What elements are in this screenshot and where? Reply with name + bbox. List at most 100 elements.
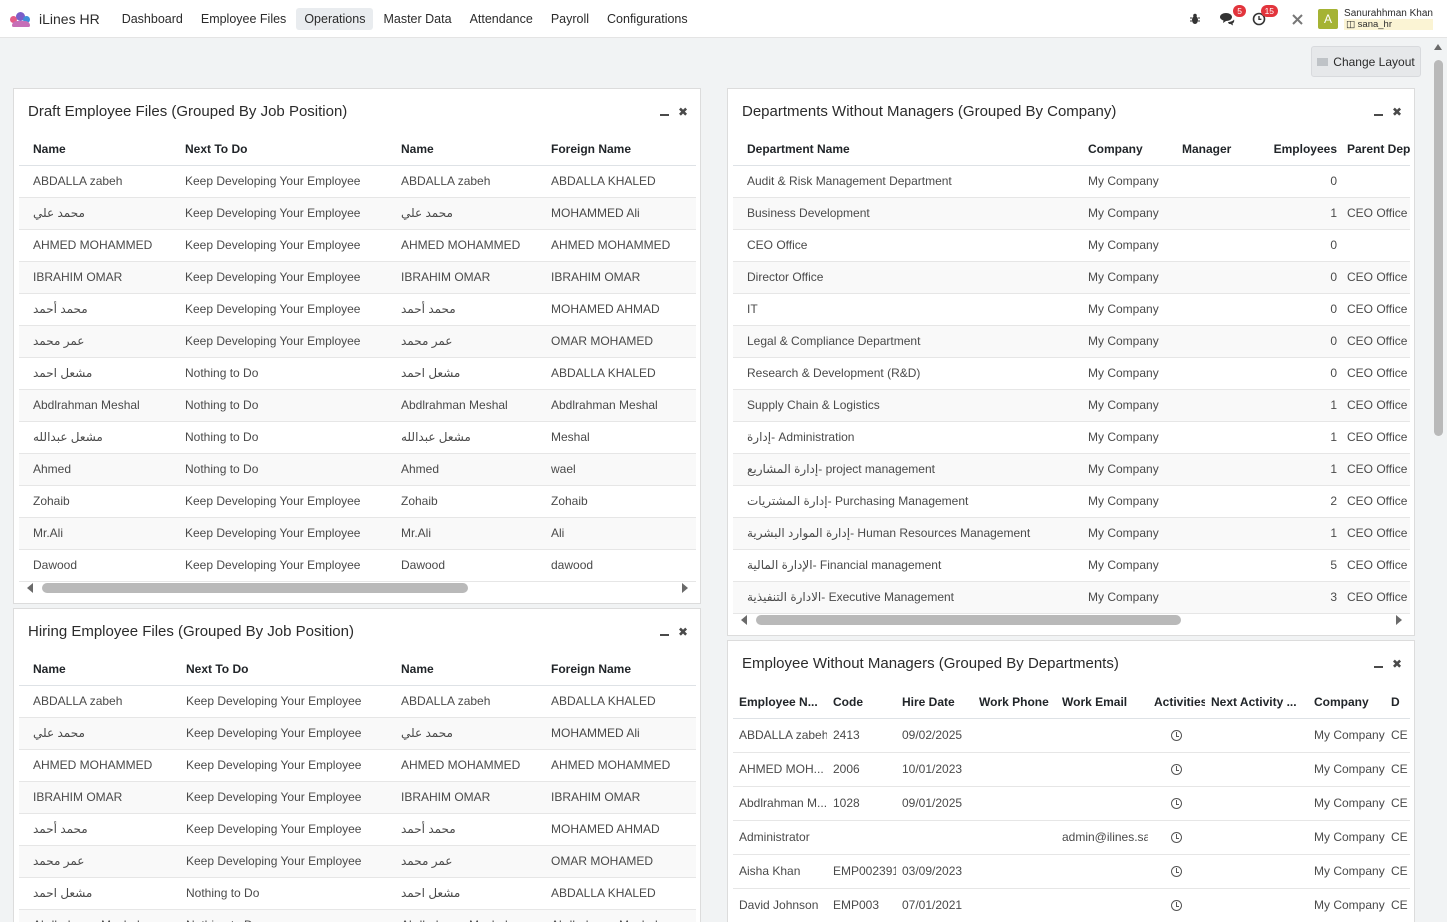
menu-employee-files[interactable]: Employee Files bbox=[193, 8, 294, 30]
table-row[interactable]: محمد أحمد Keep Developing Your Employee مح… bbox=[19, 813, 696, 846]
table-row[interactable]: IBRAHIM OMAR Keep Developing Your Employe… bbox=[19, 261, 696, 294]
table-row[interactable]: IBRAHIM OMAR Keep Developing Your Employe… bbox=[19, 781, 696, 814]
horizontal-scrollbar[interactable] bbox=[733, 612, 1410, 628]
column-header[interactable]: Foreign Name bbox=[537, 133, 696, 166]
column-header[interactable]: Department Name bbox=[733, 133, 1074, 166]
table-row[interactable]: محمد أحمد Keep Developing Your Employee مح… bbox=[19, 293, 696, 326]
column-header[interactable]: Name bbox=[19, 653, 172, 686]
minimize-icon[interactable] bbox=[659, 634, 669, 636]
page-scrollbar[interactable] bbox=[1430, 40, 1447, 922]
column-header[interactable]: Next To Do bbox=[172, 653, 387, 686]
tools-icon[interactable] bbox=[1286, 8, 1308, 30]
clock-icon[interactable] bbox=[1171, 866, 1182, 878]
column-header[interactable]: Hire Date bbox=[896, 686, 973, 719]
menu-master-data[interactable]: Master Data bbox=[375, 8, 459, 30]
bug-icon[interactable] bbox=[1184, 8, 1206, 30]
clock-icon[interactable] bbox=[1171, 900, 1182, 912]
table-row[interactable]: AHMED MOHAMMED Keep Developing Your Emplo… bbox=[19, 749, 696, 782]
clock-icon[interactable] bbox=[1171, 730, 1182, 742]
close-icon[interactable]: ✖ bbox=[678, 626, 688, 638]
clock-icon[interactable] bbox=[1171, 832, 1182, 844]
activities-clock-icon[interactable]: 15 bbox=[1248, 5, 1279, 30]
close-icon[interactable]: ✖ bbox=[1392, 658, 1402, 670]
table-row[interactable]: Research & Development (R&D) My Company 0 C… bbox=[733, 357, 1410, 390]
scroll-thumb[interactable] bbox=[1434, 60, 1443, 436]
table-row[interactable]: عمر محمد Keep Developing Your Employee عمر… bbox=[19, 845, 696, 878]
table-row[interactable]: إدارة الموارد البشرية- Human Resources M… bbox=[733, 517, 1410, 550]
table-row[interactable]: CEO Office My Company 0 bbox=[733, 229, 1410, 262]
table-row[interactable]: إدارة المشتريات- Purchasing Management My… bbox=[733, 485, 1410, 518]
minimize-icon[interactable] bbox=[1373, 114, 1383, 116]
table-row[interactable]: Business Development My Company 1 CEO Offic… bbox=[733, 197, 1410, 230]
table-row[interactable]: مشعل عبدالله Nothing to Do مشعل عبدالله Mes… bbox=[19, 421, 696, 454]
column-header[interactable]: Name bbox=[387, 653, 537, 686]
column-header[interactable]: Activities bbox=[1148, 686, 1205, 719]
table-row[interactable]: IT My Company 0 CEO Office / bbox=[733, 293, 1410, 326]
scroll-thumb[interactable] bbox=[756, 615, 1181, 625]
scroll-left-icon[interactable] bbox=[741, 615, 747, 625]
scroll-left-icon[interactable] bbox=[27, 583, 33, 593]
table-row[interactable]: AHMED MOHAMMED Keep Developing Your Emplo… bbox=[19, 229, 696, 262]
column-header[interactable]: Manager bbox=[1168, 133, 1255, 166]
table-row[interactable]: Supply Chain & Logistics My Company 1 CEO O… bbox=[733, 389, 1410, 422]
table-row[interactable]: David Johnson EMP003 07/01/2021 My Company C… bbox=[733, 888, 1410, 922]
column-header[interactable]: Work Email bbox=[1056, 686, 1148, 719]
table-row[interactable]: Abdlrahman M... 1028 09/01/2025 My Company C… bbox=[733, 786, 1410, 821]
table-row[interactable]: ABDALLA zabeh 2413 09/02/2025 My Company CE bbox=[733, 718, 1410, 753]
table-row[interactable]: Dawood Keep Developing Your Employee Dawoo… bbox=[19, 549, 696, 582]
table-row[interactable]: Zohaib Keep Developing Your Employee Zohai… bbox=[19, 485, 696, 518]
table-row[interactable]: Ahmed Nothing to Do Ahmed wael bbox=[19, 453, 696, 486]
table-row[interactable]: Mr.Ali Keep Developing Your Employee Mr.Al… bbox=[19, 517, 696, 550]
table-row[interactable]: Abdlrahman MeshalNothing to DoAbdlrahman… bbox=[19, 909, 696, 922]
table-row[interactable]: Abdlrahman MeshalNothing to DoAbdlrahman… bbox=[19, 389, 696, 422]
minimize-icon[interactable] bbox=[1373, 666, 1383, 668]
column-header[interactable]: Company bbox=[1308, 686, 1385, 719]
close-icon[interactable]: ✖ bbox=[1392, 106, 1402, 118]
table-row[interactable]: إدارة- Administration My Company 1 CEO Offi… bbox=[733, 421, 1410, 454]
table-row[interactable]: الادارة التنفيذية- Executive Management M… bbox=[733, 581, 1410, 614]
table-row[interactable]: Audit & Risk Management Department My Com… bbox=[733, 165, 1410, 198]
table-row[interactable]: مشعل احمد Nothing to Do مشعل احمد ABDALLA K… bbox=[19, 357, 696, 390]
menu-attendance[interactable]: Attendance bbox=[462, 8, 541, 30]
table-row[interactable]: AHMED MOH... 2006 10/01/2023 My Company CE bbox=[733, 752, 1410, 787]
scroll-right-icon[interactable] bbox=[1396, 615, 1402, 625]
column-header[interactable]: Name bbox=[387, 133, 537, 166]
table-row[interactable]: Director Office My Company 0 CEO Office bbox=[733, 261, 1410, 294]
column-header[interactable]: Name bbox=[19, 133, 171, 166]
scroll-thumb[interactable] bbox=[42, 583, 468, 593]
minimize-icon[interactable] bbox=[659, 114, 669, 116]
user-menu[interactable]: Sanurahhman Khan ◫ sana_hr bbox=[1344, 8, 1433, 30]
column-header[interactable]: Work Phone bbox=[973, 686, 1056, 719]
column-header[interactable]: Next To Do bbox=[171, 133, 387, 166]
menu-dashboard[interactable]: Dashboard bbox=[114, 8, 191, 30]
table-row[interactable]: Legal & Compliance Department My Company 0… bbox=[733, 325, 1410, 358]
table-row[interactable]: مشعل احمد Nothing to Do مشعل احمد ABDALLA K… bbox=[19, 877, 696, 910]
table-row[interactable]: ABDALLA zabeh Keep Developing Your Employ… bbox=[19, 165, 696, 198]
column-header[interactable]: Foreign Name bbox=[537, 653, 696, 686]
change-layout-button[interactable]: Change Layout bbox=[1311, 46, 1421, 77]
table-row[interactable]: محمد علي Keep Developing Your Employee محم… bbox=[19, 717, 696, 750]
column-header[interactable]: Code bbox=[827, 686, 896, 719]
table-row[interactable]: ABDALLA zabeh Keep Developing Your Employ… bbox=[19, 685, 696, 718]
messages-icon[interactable]: 5 bbox=[1216, 5, 1247, 30]
menu-payroll[interactable]: Payroll bbox=[543, 8, 597, 30]
table-row[interactable]: عمر محمد Keep Developing Your Employee عمر… bbox=[19, 325, 696, 358]
table-row[interactable]: الإدارة المالية- Financial management My … bbox=[733, 549, 1410, 582]
column-header[interactable]: Employees bbox=[1255, 133, 1341, 166]
column-header[interactable]: Company bbox=[1074, 133, 1168, 166]
menu-configurations[interactable]: Configurations bbox=[599, 8, 696, 30]
avatar[interactable]: A bbox=[1318, 9, 1339, 29]
table-row[interactable]: إدارة المشاريع- project management My Com… bbox=[733, 453, 1410, 486]
column-header[interactable]: Parent Depar bbox=[1341, 133, 1410, 166]
clock-icon[interactable] bbox=[1171, 764, 1182, 776]
brand[interactable]: iLines HR bbox=[10, 11, 100, 27]
close-icon[interactable]: ✖ bbox=[678, 106, 688, 118]
clock-icon[interactable] bbox=[1171, 798, 1182, 810]
column-header[interactable]: Employee N... bbox=[733, 686, 827, 719]
table-row[interactable]: Administrator admin@ilines.sa My Company CE bbox=[733, 820, 1410, 855]
scroll-right-icon[interactable] bbox=[682, 583, 688, 593]
column-header[interactable]: Next Activity ... bbox=[1205, 686, 1308, 719]
table-row[interactable]: محمد علي Keep Developing Your Employee محم… bbox=[19, 197, 696, 230]
horizontal-scrollbar[interactable] bbox=[19, 580, 696, 596]
column-header[interactable]: D bbox=[1385, 686, 1410, 719]
